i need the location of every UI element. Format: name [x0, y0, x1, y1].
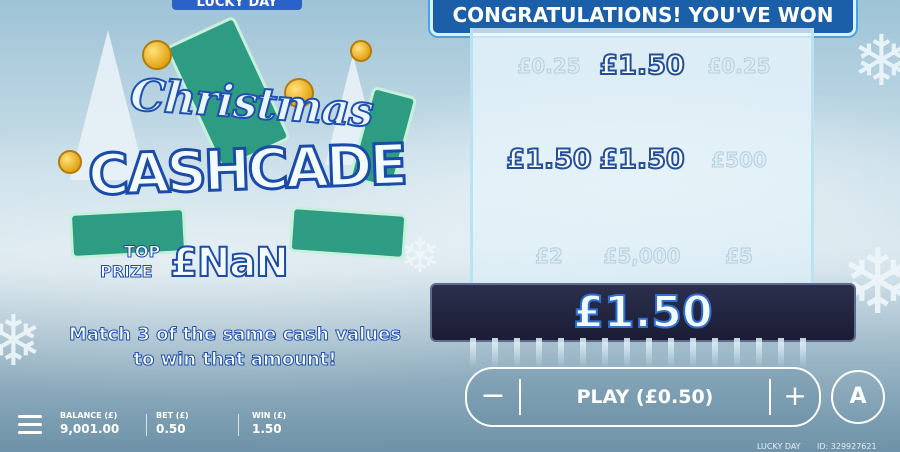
icicles — [470, 338, 810, 368]
symbol-cell: £1.50 — [598, 143, 685, 176]
win-amount: £1.50 — [430, 283, 856, 342]
win-value: 1.50 — [252, 422, 282, 436]
title-line-2: CASHCADE — [85, 131, 407, 210]
top-prize: TOP PRIZE £NaN — [98, 238, 303, 290]
scratch-card: £0.25 £1.50 £0.25 £1.50 £1.50 £500 £2 £5,000 £5 — [470, 28, 814, 300]
balance-value: 9,001.00 — [60, 422, 120, 436]
decrease-bet-button[interactable]: − — [467, 369, 519, 425]
ticket-id: ID: 329927621 — [817, 442, 877, 451]
symbol-cell: £500 — [711, 148, 768, 173]
play-controls: − PLAY (£0.50) + — [465, 367, 821, 427]
symbol-cell: £5,000 — [603, 244, 681, 269]
symbol-cell: £1.50 — [598, 49, 685, 82]
title-line-1: Christmas — [128, 69, 376, 139]
coin-icon — [58, 150, 82, 174]
divider — [146, 414, 147, 436]
autoplay-button[interactable]: A — [831, 370, 885, 424]
brand-logo: LUCKY DAY — [172, 0, 302, 10]
win-display: WIN (£) 1.50 — [252, 411, 286, 436]
snowflake-icon: ❄ — [400, 228, 441, 284]
coin-icon — [142, 40, 172, 70]
bet-label: BET (£) — [156, 411, 189, 420]
cash-stack — [288, 206, 408, 260]
bet-value: 0.50 — [156, 422, 186, 436]
top-prize-label: PRIZE — [100, 262, 154, 282]
win-label: WIN (£) — [252, 411, 287, 420]
balance-label: BALANCE (£) — [60, 411, 118, 420]
bet-display: BET (£) 0.50 — [156, 411, 189, 436]
increase-bet-button[interactable]: + — [771, 369, 819, 425]
menu-icon[interactable] — [18, 415, 42, 439]
top-prize-value: £NaN — [169, 239, 290, 287]
symbol-cell: £0.25 — [707, 54, 771, 79]
coin-icon — [350, 40, 372, 62]
instructions: Match 3 of the same cash values to win t… — [68, 324, 402, 371]
balance-display: BALANCE (£) 9,001.00 — [60, 411, 119, 436]
operator-name: LUCKY DAY — [757, 442, 801, 451]
play-button[interactable]: PLAY (£0.50) — [521, 369, 769, 425]
snowflake-icon: ❄ — [0, 300, 43, 382]
snowflake-icon: ❄ — [852, 20, 900, 102]
symbol-cell: £5 — [725, 244, 754, 269]
top-prize-label-top: TOP — [123, 242, 161, 262]
divider — [238, 414, 239, 436]
